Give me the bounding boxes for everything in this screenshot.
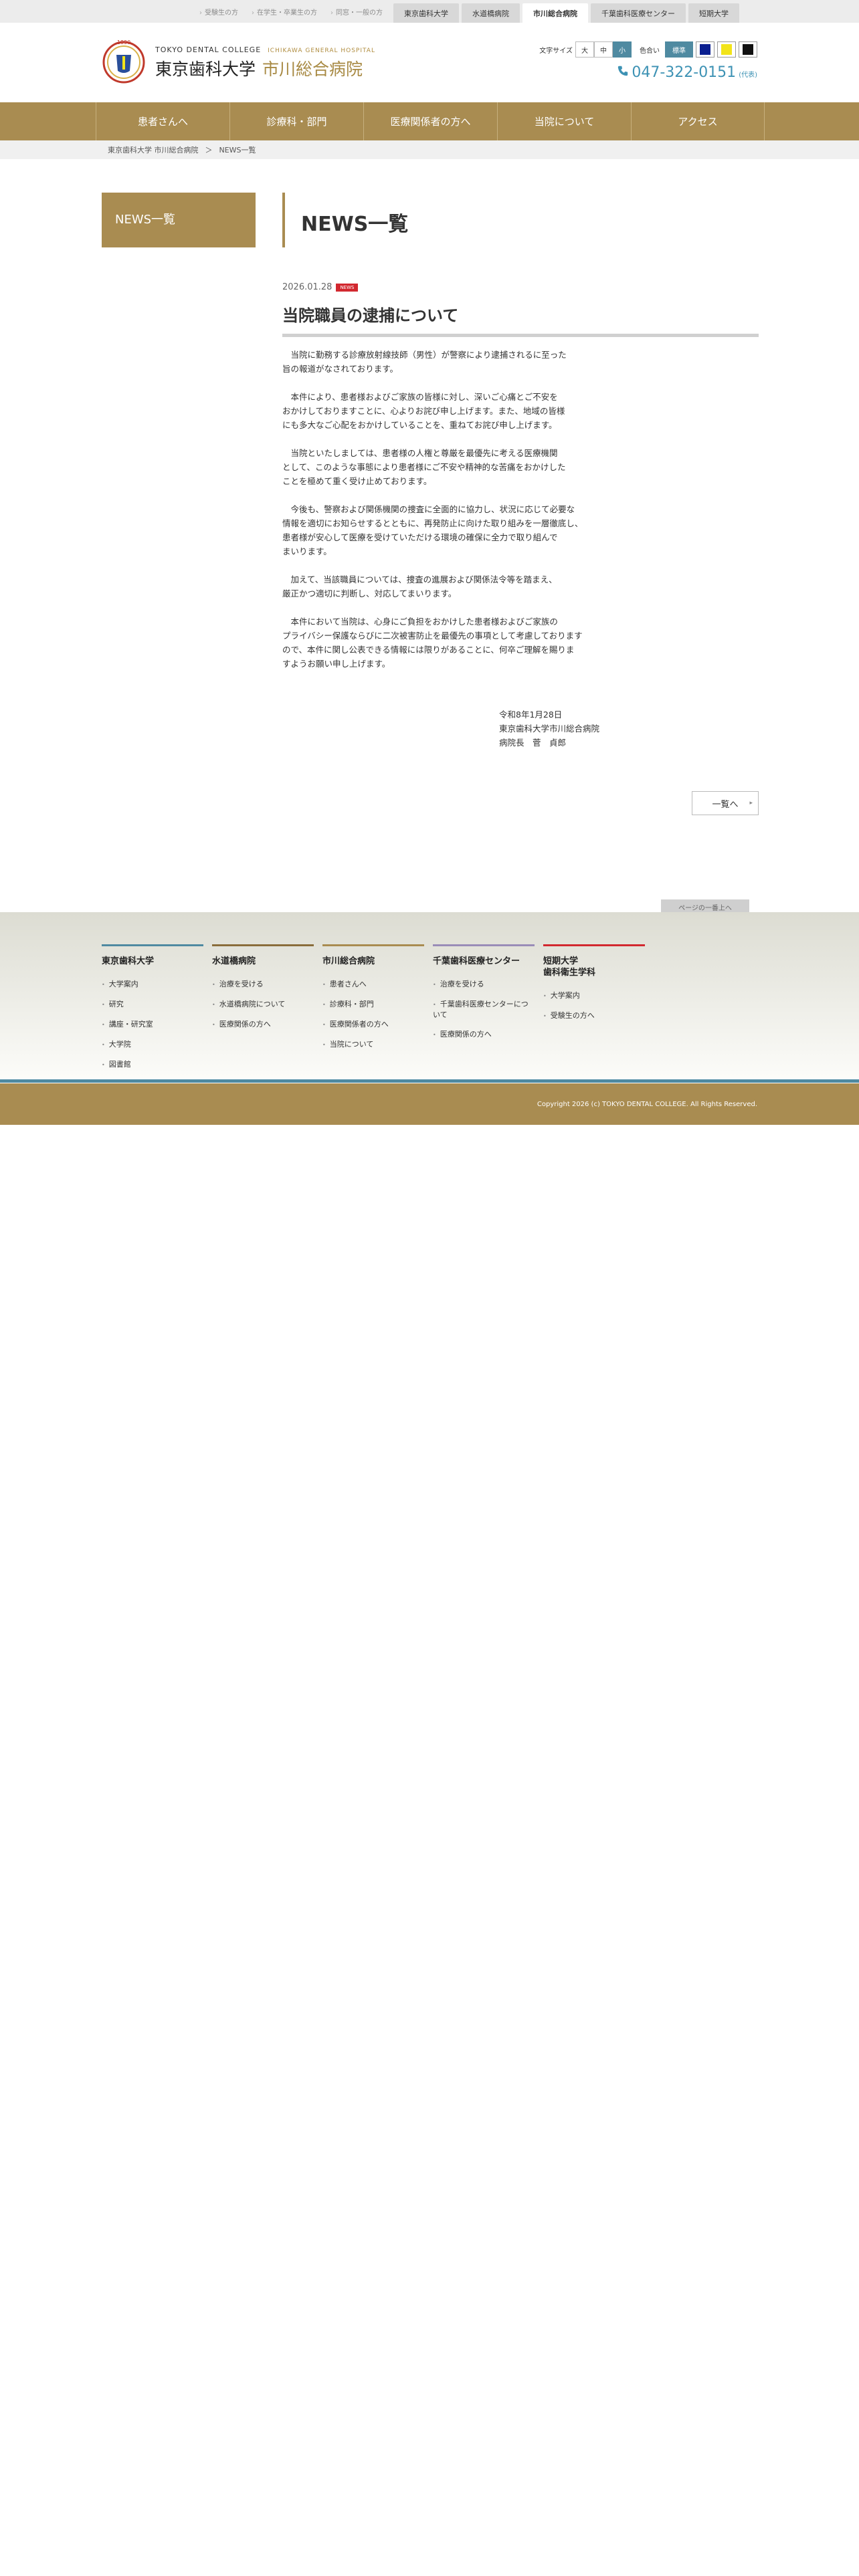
footer-link[interactable]: 図書館 bbox=[102, 1059, 203, 1070]
color-label: 色合い bbox=[640, 47, 660, 55]
signature-org: 東京歯科大学市川総合病院 bbox=[499, 724, 600, 734]
article-paragraph: 当院といたしましては、患者様の人権と尊厳を最優先に考える医療機関 として、このよ… bbox=[282, 448, 566, 486]
site-tab-junior-college[interactable]: 短期大学 bbox=[688, 3, 739, 23]
footer-link[interactable]: 治療を受ける bbox=[433, 979, 535, 990]
footer-column-suidobashi: 水道橋病院 治療を受ける 水道橋病院について 医療関係の方へ bbox=[212, 944, 314, 1039]
college-emblem-icon: 1890 bbox=[102, 39, 145, 84]
audience-link-students[interactable]: 在学生・卒業生の方 bbox=[252, 7, 317, 17]
footer-stripe bbox=[0, 1079, 859, 1086]
signature-date: 令和8年1月28日 bbox=[499, 710, 563, 720]
logo-english: TOKYO DENTAL COLLEGE ICHIKAWA GENERAL HOS… bbox=[155, 45, 375, 54]
breadcrumb-current: NEWS一覧 bbox=[219, 146, 256, 154]
article-paragraph: 本件により、患者様およびご家族の皆様に対し、深いご心痛とご不安を おかけしており… bbox=[282, 392, 565, 430]
footer-link[interactable]: 患者さんへ bbox=[322, 979, 424, 990]
article-paragraph: 加えて、当該職員については、捜査の進展および関係法令等を踏まえ、 厳正かつ適切に… bbox=[282, 574, 557, 599]
font-size-small-button[interactable]: 小 bbox=[613, 41, 632, 58]
footer-column-junior-college: 短期大学 歯科衛生学科 大学案内 受験生の方へ bbox=[543, 944, 645, 1031]
signature-director: 病院長 菅 貞郎 bbox=[499, 738, 567, 748]
article-paragraph: 今後も、警察および関係機関の捜査に全面的に協力し、状況に応じて必要な 情報を適切… bbox=[282, 504, 583, 556]
sidebar-news-list[interactable]: NEWS一覧 bbox=[102, 193, 256, 247]
breadcrumb-bar: 東京歯科大学 市川総合病院 ＞ NEWS一覧 bbox=[0, 140, 859, 159]
footer-link[interactable]: 受験生の方へ bbox=[543, 1010, 645, 1021]
footer-link[interactable]: 医療関係の方へ bbox=[433, 1029, 535, 1040]
color-standard-button[interactable]: 標準 bbox=[665, 41, 693, 58]
nav-item-departments[interactable]: 診療科・部門 bbox=[229, 102, 363, 140]
breadcrumb-home[interactable]: 東京歯科大学 市川総合病院 bbox=[108, 144, 199, 155]
article-title: 当院職員の逮捕について bbox=[282, 302, 759, 337]
nav-item-access[interactable]: アクセス bbox=[631, 102, 765, 140]
breadcrumb-separator: ＞ bbox=[205, 146, 213, 154]
logo-jp-hospital: 市川総合病院 bbox=[262, 60, 363, 79]
footer-link[interactable]: 大学案内 bbox=[102, 979, 203, 990]
footer-link[interactable]: 医療関係者の方へ bbox=[322, 1019, 424, 1030]
site-footer: 東京歯科大学 大学案内 研究 講座・研究室 大学院 図書館 水道橋病院 治療を受… bbox=[0, 912, 859, 1078]
footer-link[interactable]: 当院について bbox=[322, 1039, 424, 1050]
font-size-large-button[interactable]: 大 bbox=[575, 41, 594, 58]
top-utility-bar: 受験生の方 在学生・卒業生の方 同窓・一般の方 東京歯科大学 水道橋病院 市川総… bbox=[0, 0, 859, 23]
logo-jp-college: 東京歯科大学 bbox=[155, 60, 256, 79]
site-tab-ichikawa[interactable]: 市川総合病院 bbox=[522, 3, 588, 23]
footer-link[interactable]: 講座・研究室 bbox=[102, 1019, 203, 1030]
footer-link[interactable]: 水道橋病院について bbox=[212, 999, 314, 1010]
logo-en-hospital: ICHIKAWA GENERAL HOSPITAL bbox=[268, 47, 375, 54]
color-swatch-blue bbox=[700, 44, 710, 55]
footer-link[interactable]: 大学院 bbox=[102, 1039, 203, 1050]
color-blue-button[interactable] bbox=[696, 41, 714, 58]
logo-japanese: 東京歯科大学 市川総合病院 bbox=[155, 56, 363, 80]
nav-item-about[interactable]: 当院について bbox=[497, 102, 631, 140]
footer-column-head[interactable]: 東京歯科大学 bbox=[102, 944, 203, 967]
phone-icon bbox=[618, 66, 628, 76]
audience-link-applicants[interactable]: 受験生の方 bbox=[199, 7, 238, 17]
footer-column-head[interactable]: 千葉歯科医療センター bbox=[433, 944, 535, 967]
article-body: 当院に勤務する診療放射線技師（男性）が警察により逮捕されるに至った 旨の報道がな… bbox=[282, 348, 630, 685]
site-tab-suidobashi[interactable]: 水道橋病院 bbox=[462, 3, 520, 23]
nav-item-patients[interactable]: 患者さんへ bbox=[96, 102, 229, 140]
article-date: 2026.01.28 bbox=[282, 282, 332, 292]
footer-link[interactable]: 千葉歯科医療センターについて bbox=[433, 999, 535, 1020]
nav-item-medical-professionals[interactable]: 医療関係者の方へ bbox=[363, 102, 497, 140]
font-size-label: 文字サイズ bbox=[539, 47, 573, 55]
footer-column-head[interactable]: 短期大学 歯科衛生学科 bbox=[543, 944, 645, 978]
logo-en-college: TOKYO DENTAL COLLEGE bbox=[155, 45, 262, 54]
back-to-list-button[interactable]: 一覧へ bbox=[692, 791, 759, 815]
global-nav: 患者さんへ 診療科・部門 医療関係者の方へ 当院について アクセス bbox=[0, 102, 859, 140]
article-signature: 令和8年1月28日 東京歯科大学市川総合病院 病院長 菅 貞郎 bbox=[499, 708, 599, 750]
color-yellow-button[interactable] bbox=[717, 41, 736, 58]
site-logo[interactable]: 1890 TOKYO DENTAL COLLEGE ICHIKAWA GENERA… bbox=[102, 37, 375, 84]
news-badge: NEWS bbox=[336, 283, 359, 292]
article-paragraph: 本件において当院は、心身にご負担をおかけした患者様およびご家族の プライバシー保… bbox=[282, 617, 583, 669]
footer-link[interactable]: 治療を受ける bbox=[212, 979, 314, 990]
accessibility-tools: 文字サイズ 大 中 小 色合い 標準 bbox=[539, 41, 757, 58]
back-to-list-label: 一覧へ bbox=[712, 799, 739, 810]
font-size-medium-button[interactable]: 中 bbox=[594, 41, 613, 58]
color-swatch-yellow bbox=[721, 44, 732, 55]
site-tab-chiba[interactable]: 千葉歯科医療センター bbox=[591, 3, 686, 23]
copyright-bar: Copyright 2026 (c) TOKYO DENTAL COLLEGE.… bbox=[0, 1086, 859, 1125]
site-tabs: 東京歯科大学 水道橋病院 市川総合病院 千葉歯科医療センター 短期大学 bbox=[393, 3, 739, 23]
article-meta: 2026.01.28 NEWS bbox=[282, 282, 359, 292]
footer-column-head[interactable]: 市川総合病院 bbox=[322, 944, 424, 967]
color-black-button[interactable] bbox=[739, 41, 757, 58]
page-title: NEWS一覧 bbox=[282, 193, 759, 247]
breadcrumb: 東京歯科大学 市川総合病院 ＞ NEWS一覧 bbox=[108, 140, 256, 159]
audience-links: 受験生の方 在学生・卒業生の方 同窓・一般の方 bbox=[199, 0, 383, 23]
audience-link-alumni[interactable]: 同窓・一般の方 bbox=[330, 7, 383, 17]
footer-column-college: 東京歯科大学 大学案内 研究 講座・研究室 大学院 図書館 bbox=[102, 944, 203, 1079]
footer-column-ichikawa: 市川総合病院 患者さんへ 診療科・部門 医療関係者の方へ 当院について bbox=[322, 944, 424, 1059]
footer-link[interactable]: 大学案内 bbox=[543, 990, 645, 1001]
footer-link[interactable]: 医療関係の方へ bbox=[212, 1019, 314, 1030]
footer-column-head[interactable]: 水道橋病院 bbox=[212, 944, 314, 967]
site-tab-college[interactable]: 東京歯科大学 bbox=[393, 3, 459, 23]
article-paragraph: 当院に勤務する診療放射線技師（男性）が警察により逮捕されるに至った 旨の報道がな… bbox=[282, 350, 567, 374]
color-swatch-black bbox=[743, 44, 753, 55]
footer-link[interactable]: 研究 bbox=[102, 999, 203, 1010]
phone-number-text: 047-322-0151 bbox=[632, 64, 737, 81]
phone-number[interactable]: 047-322-0151 (代表) bbox=[617, 64, 757, 81]
svg-text:1890: 1890 bbox=[117, 39, 130, 45]
footer-link[interactable]: 診療科・部門 bbox=[322, 999, 424, 1010]
phone-note: (代表) bbox=[739, 72, 757, 79]
footer-column-chiba: 千葉歯科医療センター 治療を受ける 千葉歯科医療センターについて 医療関係の方へ bbox=[433, 944, 535, 1049]
copyright-text: Copyright 2026 (c) TOKYO DENTAL COLLEGE.… bbox=[537, 1101, 757, 1108]
